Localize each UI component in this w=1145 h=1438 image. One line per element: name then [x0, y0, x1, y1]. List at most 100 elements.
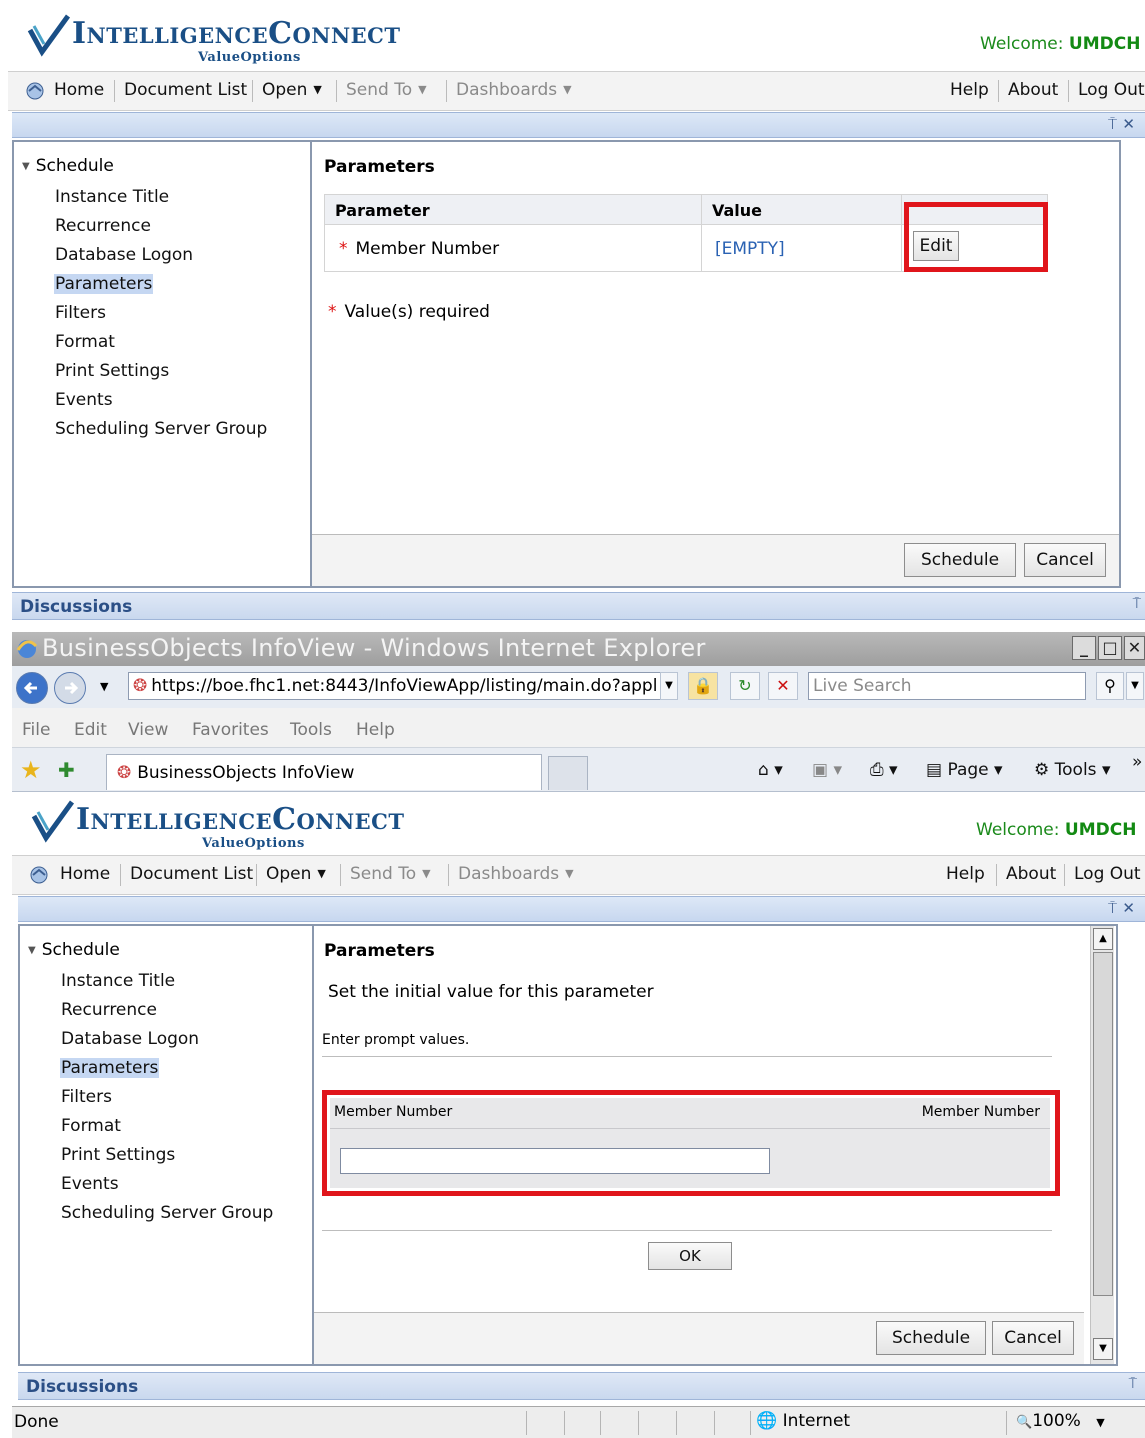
- menu-help[interactable]: Help: [950, 80, 989, 100]
- ie-menu-help[interactable]: Help: [356, 720, 395, 740]
- nav-item-filters[interactable]: Filters: [54, 303, 107, 323]
- nav-schedule[interactable]: ▼ Schedule: [28, 940, 120, 960]
- scroll-up-icon[interactable]: ▲: [1093, 928, 1113, 950]
- cancel-button[interactable]: Cancel: [1024, 543, 1106, 577]
- zoom-value: 100%: [1032, 1411, 1081, 1431]
- menu-logout[interactable]: Log Out: [1078, 80, 1145, 100]
- feeds-icon[interactable]: ▣ ▾: [812, 760, 842, 780]
- page-icon: ▤: [926, 760, 943, 780]
- zoom-icon: 🔍: [1016, 1415, 1033, 1430]
- favorites-star-icon[interactable]: ★: [20, 756, 42, 784]
- discussions-bar[interactable]: Discussions ⍑: [12, 592, 1145, 620]
- schedule-button[interactable]: Schedule: [904, 543, 1016, 577]
- search-icon[interactable]: ⚲: [1096, 672, 1124, 700]
- nav-item-parameters[interactable]: Parameters: [54, 274, 154, 294]
- pin-icon[interactable]: ⍑: [1108, 115, 1117, 133]
- cancel-button[interactable]: Cancel: [992, 1321, 1074, 1355]
- tab-businessobjects[interactable]: ❂ BusinessObjects InfoView: [106, 754, 542, 790]
- history-chevron-icon[interactable]: ▼: [100, 680, 108, 693]
- address-dropdown[interactable]: ▼: [660, 672, 678, 700]
- close-icon[interactable]: ✕: [1122, 115, 1135, 133]
- nav-item-instance-title[interactable]: Instance Title: [54, 187, 170, 207]
- close-window-button[interactable]: ✕: [1124, 636, 1145, 660]
- chevron-down-icon: ▼: [1096, 1416, 1105, 1429]
- scroll-down-icon[interactable]: ▼: [1093, 1338, 1113, 1360]
- minimize-button[interactable]: _: [1072, 636, 1096, 660]
- check-logo-icon: [31, 800, 75, 843]
- chevron-down-icon: ▼: [422, 867, 431, 880]
- nav-item-recurrence[interactable]: Recurrence: [54, 216, 152, 236]
- nav-item-recurrence[interactable]: Recurrence: [60, 1000, 158, 1020]
- new-tab-button[interactable]: [548, 756, 588, 790]
- ie-menu-file[interactable]: File: [22, 720, 50, 740]
- nav-item-instance-title[interactable]: Instance Title: [60, 971, 176, 991]
- chevron-down-icon: ▼: [317, 867, 326, 880]
- search-options-icon[interactable]: ▼: [1126, 672, 1144, 700]
- nav-item-scheduling-server-group[interactable]: Scheduling Server Group: [60, 1203, 274, 1223]
- window-title: BusinessObjects InfoView - Windows Inter…: [42, 634, 706, 662]
- refresh-icon[interactable]: ↻: [730, 672, 760, 700]
- highlight-box: [322, 1090, 1060, 1196]
- pin-icon[interactable]: ⍑: [1133, 596, 1141, 612]
- row-value-empty[interactable]: [EMPTY]: [715, 239, 785, 259]
- page-menu[interactable]: ▤ Page ▾: [926, 760, 1003, 780]
- zoom-control[interactable]: 🔍100% ▼: [1016, 1411, 1105, 1431]
- menu-about[interactable]: About: [1006, 864, 1056, 884]
- print-icon[interactable]: ⎙ ▾: [870, 760, 898, 780]
- menu-document-list[interactable]: Document List: [130, 864, 253, 884]
- discussions-bar[interactable]: Discussions ⍑: [18, 1372, 1145, 1400]
- ie-logo-icon: [16, 640, 38, 658]
- nav-item-events[interactable]: Events: [54, 390, 114, 410]
- stop-icon[interactable]: ✕: [768, 672, 798, 700]
- back-icon[interactable]: [16, 672, 48, 704]
- security-zone[interactable]: 🌐 Internet: [756, 1411, 850, 1431]
- menu-home[interactable]: Home: [60, 864, 110, 884]
- nav-item-format[interactable]: Format: [60, 1116, 122, 1136]
- ie-menu-view[interactable]: View: [128, 720, 168, 740]
- menu-document-list[interactable]: Document List: [124, 80, 247, 100]
- ie-menu-tools[interactable]: Tools: [290, 720, 332, 740]
- menu-about[interactable]: About: [1008, 80, 1058, 100]
- lock-icon[interactable]: 🔒: [688, 672, 718, 700]
- menu-dashboards[interactable]: Dashboards ▼: [456, 80, 572, 100]
- menu-send-to[interactable]: Send To ▼: [350, 864, 431, 884]
- logo-subtitle: ValueOptions: [202, 836, 305, 851]
- menu-open[interactable]: Open ▼: [266, 864, 326, 884]
- menu-dashboards[interactable]: Dashboards ▼: [458, 864, 574, 884]
- nav-item-print-settings[interactable]: Print Settings: [60, 1145, 176, 1165]
- ok-button[interactable]: OK: [648, 1242, 732, 1270]
- ie-menu-favorites[interactable]: Favorites: [192, 720, 269, 740]
- overflow-chevron-icon[interactable]: »: [1132, 752, 1142, 772]
- nav-item-parameters[interactable]: Parameters: [60, 1058, 160, 1078]
- home-page-icon[interactable]: ⌂ ▾: [758, 760, 783, 780]
- menu-help[interactable]: Help: [946, 864, 985, 884]
- menu-open[interactable]: Open ▼: [262, 80, 322, 100]
- chevron-down-icon: ▼: [563, 83, 572, 96]
- address-input[interactable]: ❂ https://boe.fhc1.net:8443/InfoViewApp/l…: [128, 672, 676, 700]
- nav-item-print-settings[interactable]: Print Settings: [54, 361, 170, 381]
- close-icon[interactable]: ✕: [1122, 899, 1135, 917]
- nav-item-scheduling-server-group[interactable]: Scheduling Server Group: [54, 419, 268, 439]
- scroll-thumb[interactable]: [1093, 952, 1113, 1296]
- live-search-input[interactable]: Live Search: [808, 672, 1086, 700]
- top-menubar: Home Document List Open ▼ Send To ▼ Dashbo…: [8, 71, 1145, 111]
- schedule-button[interactable]: Schedule: [876, 1321, 986, 1355]
- menu-logout[interactable]: Log Out: [1074, 864, 1141, 884]
- nav-item-database-logon[interactable]: Database Logon: [54, 245, 194, 265]
- maximize-button[interactable]: □: [1098, 636, 1122, 660]
- tools-menu[interactable]: ⚙ Tools ▾: [1034, 760, 1110, 780]
- vertical-scrollbar[interactable]: ▲ ▼: [1090, 926, 1114, 1364]
- nav-item-filters[interactable]: Filters: [60, 1087, 113, 1107]
- forward-icon[interactable]: [54, 672, 86, 704]
- pin-icon[interactable]: ⍑: [1129, 1376, 1137, 1392]
- nav-item-format[interactable]: Format: [54, 332, 116, 352]
- nav-schedule[interactable]: ▼ Schedule: [22, 156, 114, 176]
- ie-menu-edit[interactable]: Edit: [74, 720, 107, 740]
- pin-icon[interactable]: ⍑: [1108, 899, 1117, 917]
- nav-item-events[interactable]: Events: [60, 1174, 120, 1194]
- nav-item-database-logon[interactable]: Database Logon: [60, 1029, 200, 1049]
- add-favorites-icon[interactable]: ✚: [58, 758, 75, 782]
- menu-send-to[interactable]: Send To ▼: [346, 80, 427, 100]
- welcome-prefix: Welcome:: [976, 820, 1060, 840]
- menu-home[interactable]: Home: [54, 80, 104, 100]
